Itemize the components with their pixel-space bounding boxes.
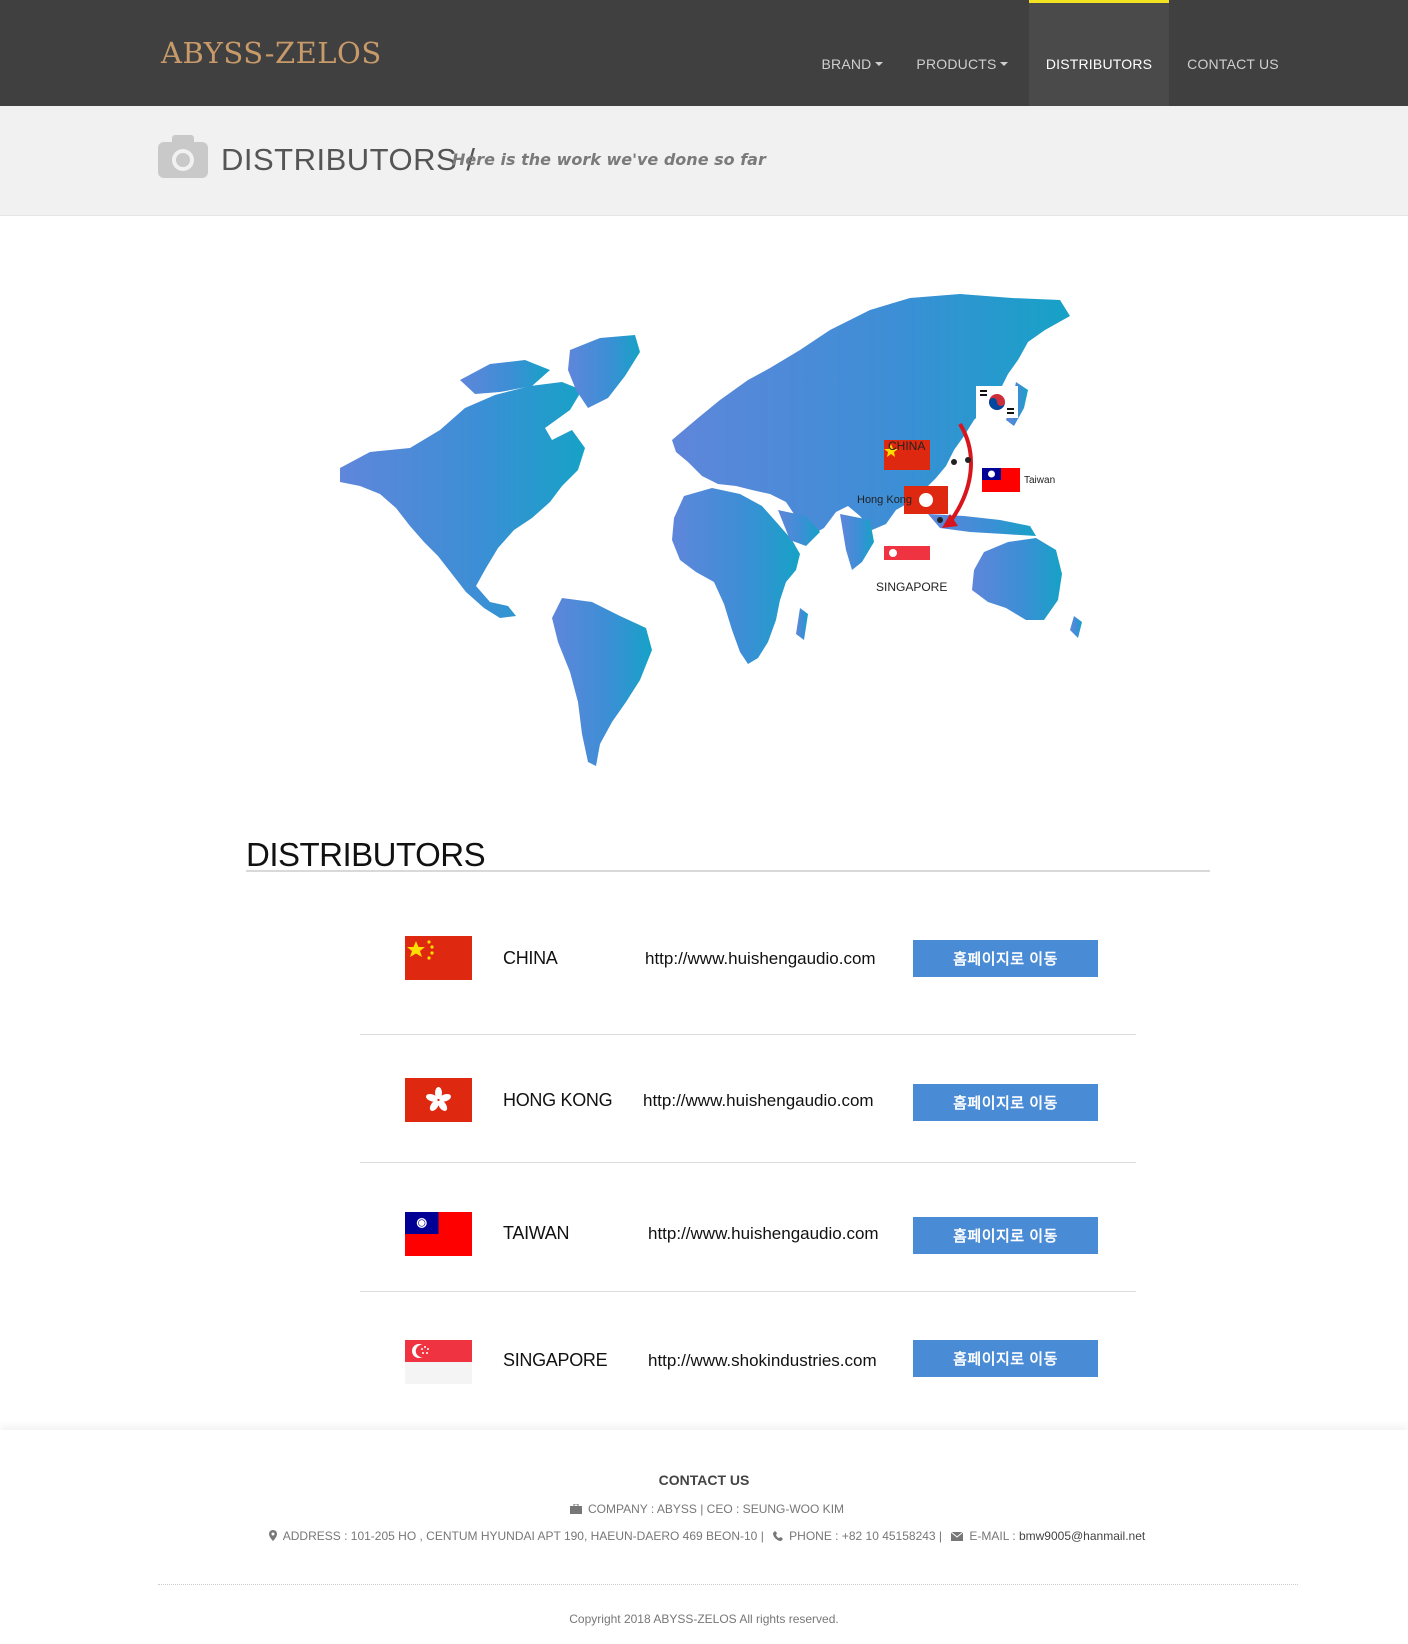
- page-subtitle: Here is the work we've done so far: [452, 150, 766, 169]
- envelope-icon: [951, 1532, 964, 1541]
- madagascar-shape: [796, 608, 808, 640]
- heading-divider: [246, 870, 1210, 872]
- distributor-country: SINGAPORE: [503, 1350, 608, 1370]
- footer-email-label: E-MAIL :: [969, 1529, 1016, 1543]
- footer-email-link[interactable]: bmw9005@hanmail.net: [1019, 1529, 1145, 1543]
- camera-icon: [158, 135, 208, 178]
- brand-logo[interactable]: ABYSS-ZELOS: [161, 36, 382, 70]
- nav-item-contact-us[interactable]: CONTACT US: [1180, 0, 1286, 106]
- footer: CONTACT US COMPANY : ABYSS | CEO : SEUNG…: [0, 1430, 1408, 1644]
- hong-kong-flag-icon: [405, 1078, 472, 1122]
- nav-item-distributors[interactable]: DISTRIBUTORS: [1029, 0, 1169, 106]
- map-singapore-flag-icon: [884, 546, 930, 574]
- footer-contact-line: ADDRESS : 101-205 HO , CENTUM HYUNDAI AP…: [0, 1529, 1408, 1543]
- footer-company-text: COMPANY : ABYSS | CEO : SEUNG-WOO KIM: [587, 1502, 845, 1516]
- map-label-hong-kong: Hong Kong: [857, 494, 912, 506]
- south-america-shape: [552, 598, 652, 766]
- map-marker-icon: [268, 1530, 277, 1541]
- india-shape: [840, 514, 874, 570]
- top-navbar: ABYSS-ZELOS BRAND PRODUCTS DISTRIBUTORS …: [0, 0, 1408, 106]
- south-korea-flag-icon: [976, 386, 1018, 418]
- nav-item-products[interactable]: PRODUCTS: [912, 0, 1012, 106]
- row-divider: [360, 1034, 1136, 1035]
- footer-divider: [158, 1584, 1298, 1585]
- row-divider: [360, 1291, 1136, 1292]
- new-zealand-shape: [1070, 616, 1082, 638]
- distributor-country: HONG KONG: [503, 1090, 613, 1110]
- distributor-row: TAIWAN http://www.huishengaudio.com 홈페이지…: [360, 1210, 1136, 1260]
- nav-item-brand-label: BRAND: [821, 56, 872, 72]
- distributor-row: HONG KONG http://www.huishengaudio.com 홈…: [360, 1076, 1136, 1126]
- distributor-url[interactable]: http://www.huishengaudio.com: [645, 949, 876, 969]
- row-divider: [360, 1162, 1136, 1163]
- distributor-url[interactable]: http://www.huishengaudio.com: [643, 1091, 874, 1111]
- world-map: CHINA Hong Kong Taiwan SINGAPORE: [340, 294, 1082, 766]
- distributor-url[interactable]: http://www.huishengaudio.com: [648, 1224, 879, 1244]
- briefcase-icon: [569, 1504, 582, 1514]
- map-taiwan-flag-icon: [982, 468, 1020, 492]
- distributor-country: CHINA: [503, 948, 558, 968]
- map-label-china: CHINA: [888, 439, 925, 453]
- nav-item-brand[interactable]: BRAND: [810, 0, 894, 106]
- distributor-country: TAIWAN: [503, 1223, 570, 1243]
- north-america-shape: [340, 382, 585, 618]
- page-title: DISTRIBUTORS /: [221, 142, 476, 177]
- phone-icon: [773, 1531, 784, 1541]
- visit-homepage-button[interactable]: 홈페이지로 이동: [913, 1084, 1098, 1121]
- visit-homepage-button[interactable]: 홈페이지로 이동: [913, 1340, 1098, 1377]
- china-flag-icon: [405, 936, 472, 980]
- nav-item-products-label: PRODUCTS: [916, 56, 997, 72]
- greenland-shape: [568, 335, 640, 408]
- australia-shape: [972, 538, 1062, 620]
- distributor-row: SINGAPORE http://www.shokindustries.com …: [360, 1338, 1136, 1388]
- footer-company-line: COMPANY : ABYSS | CEO : SEUNG-WOO KIM: [0, 1502, 1408, 1516]
- map-label-taiwan: Taiwan: [1024, 475, 1055, 486]
- distributor-row: CHINA http://www.huishengaudio.com 홈페이지로…: [360, 934, 1136, 984]
- footer-address: ADDRESS : 101-205 HO , CENTUM HYUNDAI AP…: [282, 1529, 764, 1543]
- footer-phone: PHONE : +82 10 45158243 |: [789, 1529, 943, 1543]
- caret-down-icon: [874, 62, 883, 66]
- nav-item-distributors-label: DISTRIBUTORS: [1045, 56, 1153, 72]
- singapore-flag-icon: [405, 1340, 472, 1384]
- visit-homepage-button[interactable]: 홈페이지로 이동: [913, 940, 1098, 977]
- taiwan-flag-icon: [405, 1212, 472, 1256]
- visit-homepage-button[interactable]: 홈페이지로 이동: [913, 1217, 1098, 1254]
- distributor-url[interactable]: http://www.shokindustries.com: [648, 1351, 877, 1371]
- map-label-singapore: SINGAPORE: [876, 580, 947, 594]
- nav-item-contact-label: CONTACT US: [1187, 56, 1279, 72]
- footer-title: CONTACT US: [658, 1472, 750, 1488]
- copyright-text: Copyright 2018 ABYSS-ZELOS All rights re…: [569, 1612, 839, 1626]
- distributors-heading: DISTRIBUTORS: [246, 836, 486, 873]
- page-title-bar: DISTRIBUTORS / Here is the work we've do…: [0, 106, 1408, 216]
- caret-down-icon: [999, 62, 1008, 66]
